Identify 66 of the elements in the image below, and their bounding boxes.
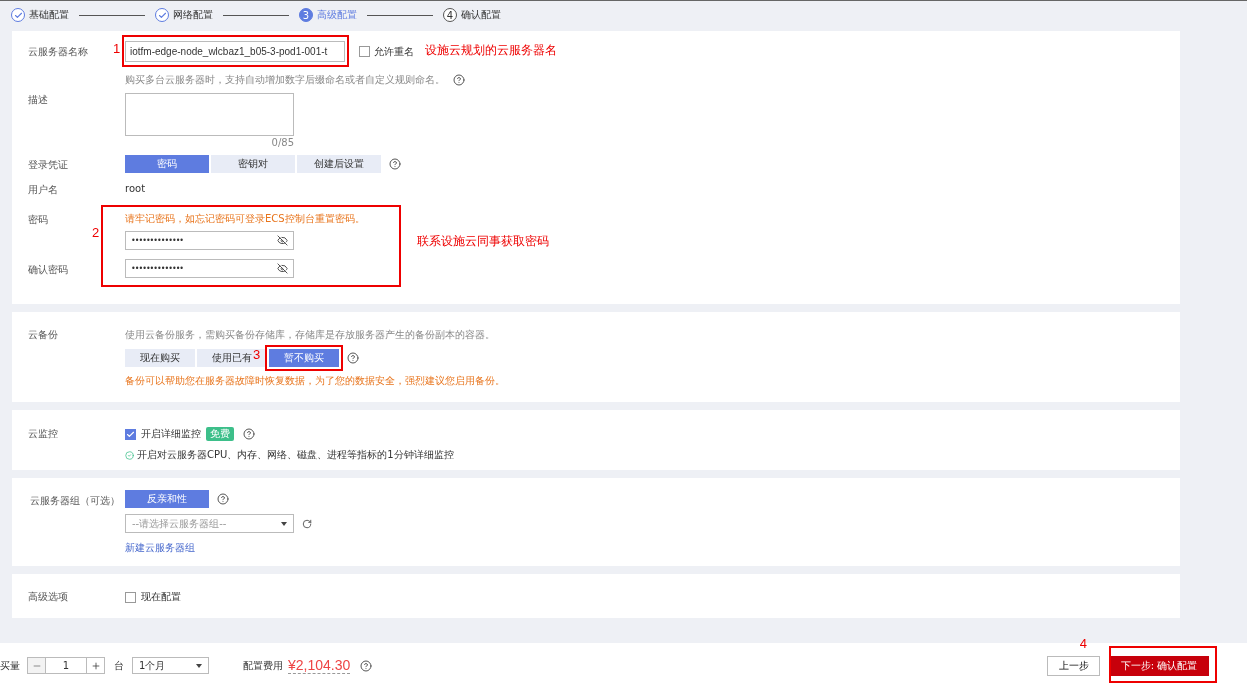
field-label: 确认密码: [28, 264, 68, 275]
description-text: 使用云备份服务，需购买备份存储库，存储库是存放服务器产生的备份副本的容器。: [125, 328, 496, 342]
segment-tab[interactable]: 暂不购买: [269, 349, 339, 367]
plus-icon: [90, 660, 101, 671]
quantity-label: 买量: [0, 658, 20, 673]
segment-tab[interactable]: 密钥对: [211, 155, 295, 173]
hint-text: 购买多台云服务器时，支持自动增加数字后缀命名或者自定义规则命名。: [125, 73, 445, 87]
annotation-number: 3: [253, 347, 261, 362]
caret-icon: [196, 663, 202, 668]
segment-tab[interactable]: 现在购买: [125, 349, 195, 367]
input-field[interactable]: iotfm-edge-node_wlcbaz1_b05-3-pod1-001-t: [125, 41, 345, 62]
policy-button[interactable]: 反亲和性: [125, 490, 209, 508]
username-value: root: [125, 183, 146, 196]
fee-label: 配置费用: [243, 658, 283, 673]
next-button[interactable]: 下一步: 确认配置: [1109, 655, 1209, 676]
step-number: 4: [443, 8, 457, 22]
checkbox-label: 开启详细监控: [141, 427, 201, 441]
annotation-number: 2: [92, 225, 100, 240]
fee-amount[interactable]: ¥2,104.30: [288, 657, 351, 674]
annotation-note: 设施云规划的云服务器名: [425, 42, 557, 59]
step-label[interactable]: 基础配置: [29, 8, 69, 22]
help-icon[interactable]: [389, 158, 401, 170]
unit-label: 台: [114, 658, 124, 673]
warning-text: 请牢记密码，如忘记密码可登录ECS控制台重置密码。: [125, 212, 365, 226]
checkbox-label: 允许重名: [374, 45, 414, 59]
step-label[interactable]: 确认配置: [461, 8, 501, 22]
eye-off-icon[interactable]: [277, 235, 288, 246]
checkbox[interactable]: [125, 591, 136, 603]
previous-button[interactable]: 上一步: [1047, 655, 1100, 676]
password-field[interactable]: ••••••••••••••: [125, 231, 294, 250]
help-icon[interactable]: [347, 352, 359, 364]
duration-select[interactable]: 1个月: [132, 657, 209, 674]
annotation-number: 4: [1079, 636, 1087, 651]
note-text: 开启对云服务器CPU、内存、网络、磁盘、进程等指标的1分钟详细监控: [137, 448, 454, 462]
checkbox[interactable]: [359, 46, 370, 57]
create-group-link[interactable]: 新建云服务器组: [125, 541, 312, 555]
help-icon[interactable]: [243, 428, 255, 440]
help-icon[interactable]: [217, 493, 229, 505]
field-label: 密码: [28, 214, 48, 225]
annotation-note: 联系设施云同事获取密码: [417, 233, 549, 250]
checkbox-label: 现在配置: [141, 590, 181, 604]
segment-tab[interactable]: 创建后设置: [297, 155, 381, 173]
password-field[interactable]: ••••••••••••••: [125, 259, 294, 278]
field-label: 高级选项: [28, 591, 68, 602]
checkbox[interactable]: [125, 428, 136, 440]
field-label: 用户名: [28, 184, 58, 195]
step-label[interactable]: 高级配置: [317, 8, 357, 22]
annotation-number: 1: [113, 41, 121, 56]
step-number: 3: [299, 8, 313, 22]
field-label: 云服务器组（可选）: [30, 495, 120, 506]
help-icon[interactable]: [360, 659, 373, 672]
segment-tab[interactable]: 密码: [125, 155, 209, 173]
warning-text: 备份可以帮助您在服务器故障时恢复数据，为了您的数据安全，强烈建议您启用备份。: [125, 374, 505, 388]
caret-icon: [281, 521, 287, 526]
character-counter: 0/85: [271, 137, 294, 148]
field-label: 云备份: [28, 329, 58, 340]
check-circle-icon: [125, 450, 134, 460]
field-label: 描述: [28, 94, 48, 105]
field-label: 登录凭证: [28, 159, 68, 170]
eye-off-icon[interactable]: [277, 263, 288, 274]
help-icon[interactable]: [453, 74, 465, 86]
field-label: 云监控: [28, 428, 58, 439]
step-label[interactable]: 网络配置: [173, 8, 213, 22]
field-label: 云服务器名称: [28, 46, 88, 57]
free-badge: 免费: [206, 427, 234, 441]
refresh-icon[interactable]: [302, 518, 312, 529]
